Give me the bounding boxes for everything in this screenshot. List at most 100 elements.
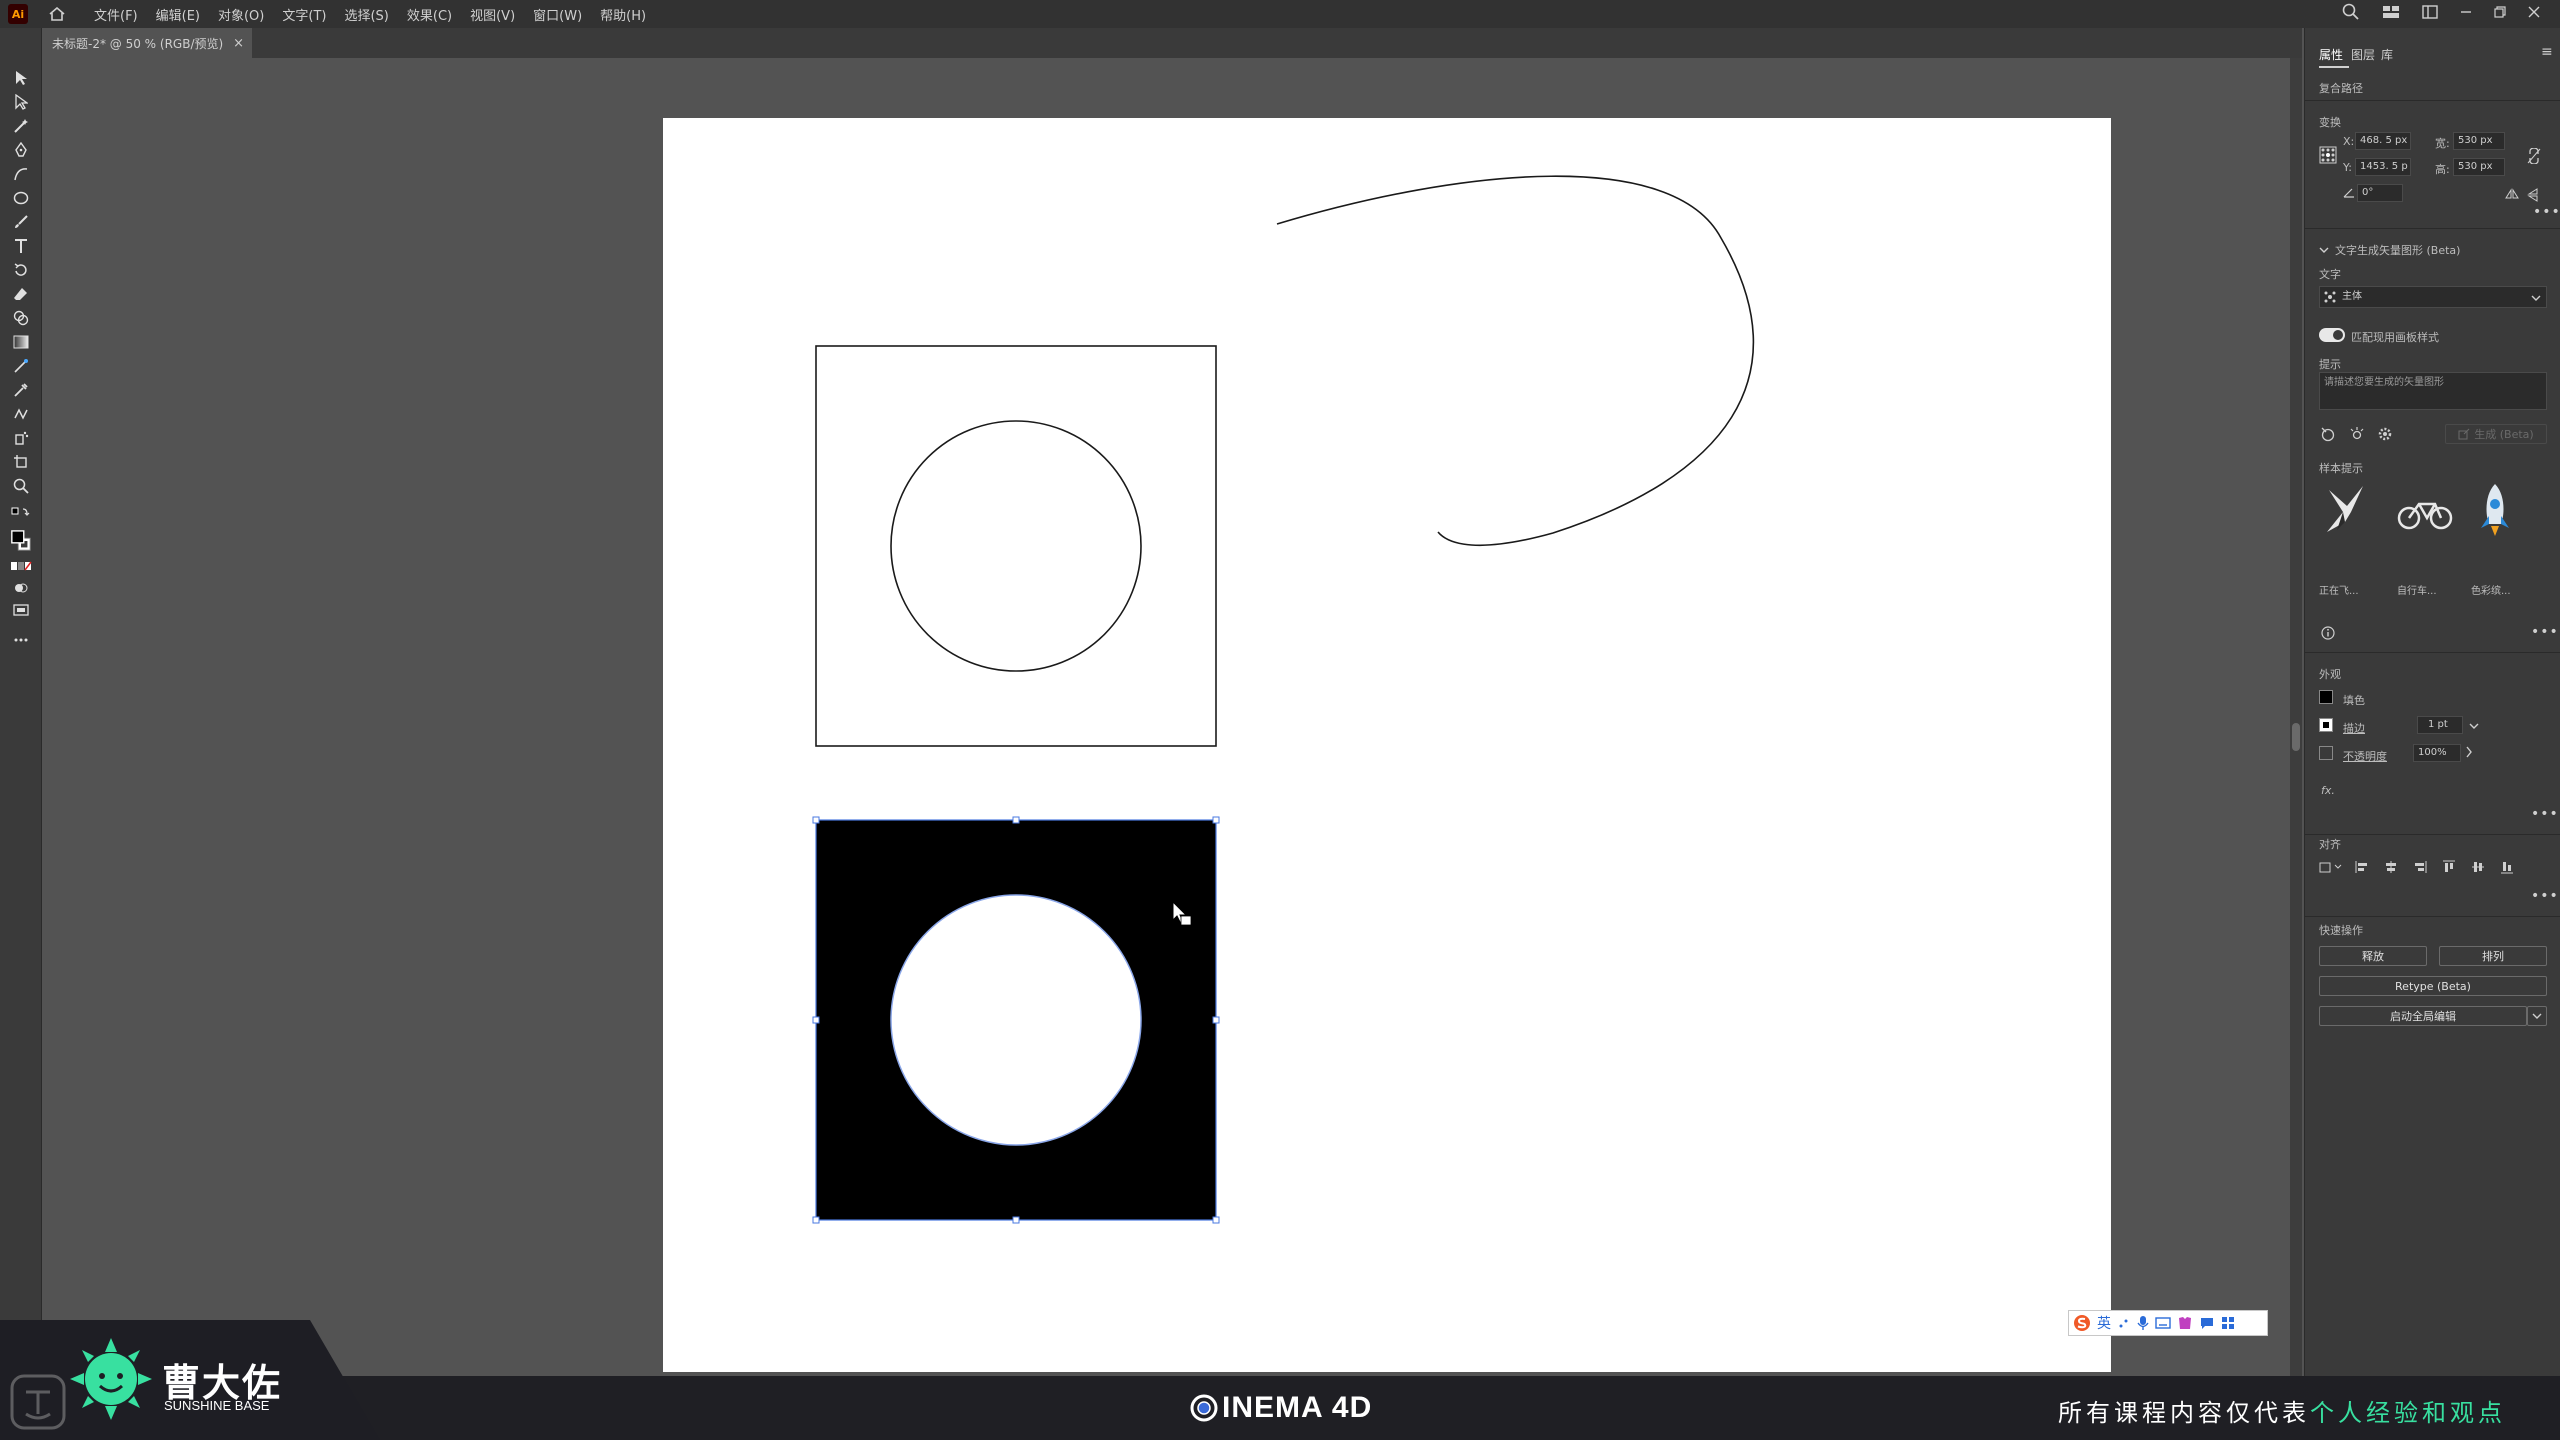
opacity-label[interactable]: 不透明度: [2343, 748, 2387, 764]
align-right-icon[interactable]: [2413, 860, 2427, 874]
ime-language-label[interactable]: 英: [2097, 1313, 2111, 1333]
sample-label-bicycle[interactable]: 自行车...: [2397, 582, 2437, 597]
subject-type-dropdown[interactable]: 主体: [2319, 286, 2547, 308]
align-left-icon[interactable]: [2355, 860, 2369, 874]
curvature-tool-icon[interactable]: [10, 164, 32, 184]
release-button[interactable]: 释放: [2319, 946, 2427, 966]
reference-point-icon[interactable]: [2319, 146, 2337, 167]
panel-menu-icon[interactable]: ≡: [2541, 44, 2554, 60]
info-icon[interactable]: [2321, 626, 2335, 643]
menu-item-5[interactable]: 效果(C): [407, 5, 452, 24]
align-horizontal-center-icon[interactable]: [2384, 860, 2398, 874]
sample-label-colorful[interactable]: 色彩缤...: [2471, 582, 2511, 597]
artwork-layer[interactable]: [663, 118, 2111, 1372]
tab-layers[interactable]: 图层: [2351, 46, 2375, 63]
chat-icon[interactable]: [2199, 1316, 2215, 1330]
appearance-more-icon[interactable]: •••: [2531, 806, 2559, 822]
menu-item-1[interactable]: 编辑(E): [156, 5, 200, 24]
sample-bird-icon[interactable]: [2323, 482, 2367, 541]
zoom-tool-icon[interactable]: [10, 476, 32, 496]
stroke-label[interactable]: 描边: [2343, 720, 2365, 736]
workspace-switcher-icon[interactable]: [2382, 5, 2400, 23]
stroke-swatch[interactable]: [2319, 718, 2333, 732]
artboard[interactable]: [663, 118, 2111, 1372]
global-edit-options-button[interactable]: [2527, 1006, 2547, 1026]
type-tool-icon[interactable]: [10, 236, 32, 256]
flip-horizontal-icon[interactable]: [2505, 188, 2519, 203]
menu-item-4[interactable]: 选择(S): [344, 5, 388, 24]
tab-libraries[interactable]: 库: [2381, 46, 2393, 63]
retype-button[interactable]: Retype (Beta): [2319, 976, 2547, 996]
direct-selection-tool-icon[interactable]: [10, 92, 32, 112]
menu-item-6[interactable]: 视图(V): [470, 5, 515, 24]
chevron-down-icon[interactable]: [2469, 720, 2479, 733]
ellipse-tool-icon[interactable]: [10, 188, 32, 208]
gradient-tool-icon[interactable]: [10, 332, 32, 352]
symbol-sprayer-tool-icon[interactable]: [10, 428, 32, 448]
align-more-icon[interactable]: •••: [2531, 888, 2559, 904]
prompt-textarea[interactable]: 请描述您要生成的矢量图形: [2319, 372, 2547, 410]
vertical-scrollbar[interactable]: [2290, 58, 2302, 1376]
home-icon[interactable]: [46, 7, 68, 21]
microphone-icon[interactable]: [2137, 1315, 2149, 1331]
selection-tool-icon[interactable]: [10, 68, 32, 88]
align-top-icon[interactable]: [2442, 860, 2456, 874]
pen-tool-icon[interactable]: [10, 140, 32, 160]
restore-icon[interactable]: [2494, 6, 2506, 22]
height-input[interactable]: 530 px: [2453, 158, 2505, 176]
blend-tool-icon[interactable]: [10, 404, 32, 424]
rotate-tool-icon[interactable]: [10, 260, 32, 280]
scrollbar-thumb[interactable]: [2292, 723, 2300, 751]
arrange-button[interactable]: 排列: [2439, 946, 2547, 966]
shape-builder-tool-icon[interactable]: [10, 308, 32, 328]
align-vertical-center-icon[interactable]: [2471, 860, 2485, 874]
menu-item-7[interactable]: 窗口(W): [533, 5, 582, 24]
tab-properties[interactable]: 属性: [2319, 46, 2343, 63]
flip-vertical-icon[interactable]: [2527, 188, 2539, 205]
screen-mode-icon[interactable]: [10, 600, 32, 620]
fx-label[interactable]: fx.: [2321, 784, 2335, 797]
opacity-input[interactable]: 100%: [2413, 744, 2461, 762]
angle-input[interactable]: 0°: [2357, 184, 2403, 202]
document-tab[interactable]: 未标题-2* @ 50 % (RGB/预览) ×: [42, 28, 252, 58]
magic-wand-tool-icon[interactable]: [10, 116, 32, 136]
arrange-documents-icon[interactable]: [2422, 5, 2438, 23]
menu-item-2[interactable]: 对象(O): [218, 5, 264, 24]
canvas-area[interactable]: [42, 58, 2302, 1376]
align-bottom-icon[interactable]: [2500, 860, 2514, 874]
menu-item-8[interactable]: 帮助(H): [600, 5, 646, 24]
keyboard-icon[interactable]: [2155, 1317, 2171, 1329]
align-to-icon[interactable]: [2319, 860, 2343, 877]
fill-stroke-swatches[interactable]: [10, 526, 32, 556]
chevron-down-icon[interactable]: [2319, 244, 2329, 257]
artboard-tool-icon[interactable]: [10, 452, 32, 472]
stroke-weight-input[interactable]: 1 pt: [2417, 716, 2463, 734]
toolbox-icon[interactable]: [2221, 1316, 2235, 1330]
punctuation-icon[interactable]: [2117, 1316, 2131, 1330]
style-picker-icon[interactable]: [2319, 426, 2337, 445]
sample-label-flying[interactable]: 正在飞...: [2319, 582, 2359, 597]
edit-toolbar-icon[interactable]: [10, 630, 32, 650]
minimize-icon[interactable]: [2460, 6, 2472, 22]
close-icon[interactable]: [2528, 6, 2540, 22]
ime-toolbar[interactable]: 英: [2068, 1310, 2268, 1336]
eraser-tool-icon[interactable]: [10, 284, 32, 304]
settings-gear-icon[interactable]: [2377, 426, 2393, 445]
fill-swatch[interactable]: [2319, 690, 2333, 704]
width-input[interactable]: 530 px: [2453, 132, 2505, 150]
global-edit-button[interactable]: 启动全局编辑: [2319, 1006, 2527, 1026]
skin-icon[interactable]: [2177, 1316, 2193, 1330]
x-input[interactable]: 468. 5 px: [2355, 132, 2411, 150]
sample-bicycle-icon[interactable]: [2397, 496, 2453, 533]
mesh-tool-icon[interactable]: [10, 356, 32, 376]
chevron-right-icon[interactable]: [2465, 746, 2473, 761]
y-input[interactable]: 1453. 5 p: [2355, 158, 2411, 176]
effects-icon[interactable]: [2349, 426, 2365, 445]
sample-rocket-icon[interactable]: [2475, 482, 2515, 541]
transform-more-icon[interactable]: •••: [2533, 204, 2560, 220]
eyedropper-tool-icon[interactable]: [10, 380, 32, 400]
opacity-swatch[interactable]: [2319, 746, 2333, 760]
paintbrush-tool-icon[interactable]: [10, 212, 32, 232]
menu-item-0[interactable]: 文件(F): [94, 5, 138, 24]
generate-button[interactable]: 生成 (Beta): [2445, 424, 2547, 444]
